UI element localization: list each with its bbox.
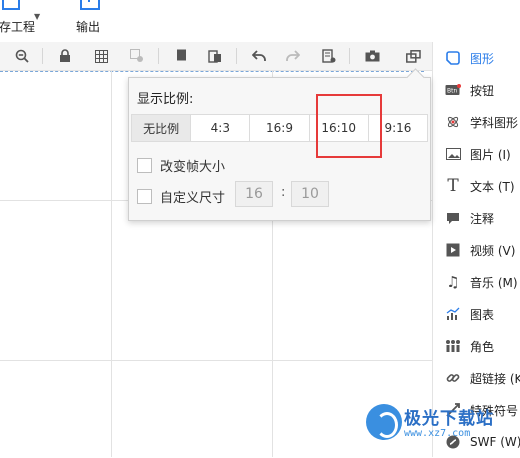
export-icon	[80, 0, 100, 10]
panel-item-label: 图表	[470, 307, 495, 322]
aspect-ratio-icon[interactable]	[403, 46, 423, 66]
custom-height-input[interactable]: 10	[291, 181, 329, 207]
custom-size-option[interactable]: 自定义尺寸	[137, 187, 225, 206]
panel-item-label: 角色	[470, 339, 495, 354]
svg-text:Btn: Btn	[447, 88, 457, 95]
save-project-button[interactable]: 存工程	[0, 0, 40, 42]
panel-item-comment[interactable]: 注释	[433, 202, 520, 234]
change-frame-size-label: 改变帧大小	[160, 160, 226, 175]
save-dropdown-icon[interactable]: ▼	[34, 12, 40, 21]
site-watermark: 极光下载站 www.xz7.com	[362, 400, 520, 457]
panel-item-label: 注释	[470, 211, 495, 226]
video-icon	[445, 242, 461, 258]
text-icon: T	[447, 176, 459, 196]
panel-item-label: 音乐 (M)	[470, 275, 518, 290]
grid-line	[111, 71, 112, 457]
export-button[interactable]: 输出	[68, 0, 108, 42]
canvas-toolbar	[0, 42, 432, 71]
change-frame-size-option[interactable]: 改变帧大小	[137, 156, 225, 175]
grid-line	[0, 360, 432, 361]
watermark-url: www.xz7.com	[404, 428, 471, 439]
ratio-option-4-3[interactable]: 4:3	[191, 115, 251, 141]
popup-title: 显示比例:	[137, 92, 194, 107]
panel-item-label: 图片 (I)	[470, 147, 511, 162]
highlight-annotation-box	[316, 94, 382, 158]
panel-item-image[interactable]: 图片 (I)	[433, 138, 520, 170]
canvas-frame-border	[0, 71, 424, 72]
panel-item-label: 按钮	[470, 83, 495, 98]
panel-item-chart[interactable]: 图表	[433, 298, 520, 330]
panel-item-text[interactable]: T 文本 (T)	[433, 170, 520, 202]
camera-icon[interactable]	[362, 46, 382, 66]
lock-icon[interactable]	[55, 46, 75, 66]
grid-icon[interactable]	[91, 46, 111, 66]
toolbar-divider	[42, 48, 43, 64]
character-icon	[445, 338, 461, 354]
panel-item-label: 图形	[470, 51, 495, 66]
ratio-option-none[interactable]: 无比例	[132, 115, 192, 141]
custom-size-checkbox[interactable]	[137, 189, 152, 204]
save-project-label: 存工程	[0, 20, 35, 34]
page-settings-icon[interactable]	[319, 46, 339, 66]
toolbar-divider	[349, 48, 350, 64]
panel-item-video[interactable]: 视频 (V)	[433, 234, 520, 266]
panel-item-label: 超链接 (K	[470, 371, 520, 386]
panel-item-label: 视频 (V)	[470, 243, 516, 258]
watermark-title: 极光下载站	[404, 409, 494, 429]
panel-item-label: 学科图形	[470, 115, 519, 130]
insert-panel: 图形 Btn 按钮 学科图形 图片 (I) T 文本 (T) 注释 视频 (V)…	[432, 42, 520, 457]
redo-icon[interactable]	[283, 46, 303, 66]
ratio-options: 无比例 4:3 16:9 16:10 9:16	[131, 114, 428, 142]
export-label: 输出	[75, 20, 100, 34]
comment-icon	[445, 210, 461, 226]
toolbar-divider	[236, 48, 237, 64]
settings-grid-icon[interactable]	[127, 46, 147, 66]
link-icon	[445, 370, 461, 386]
watermark-logo-icon	[366, 404, 402, 440]
custom-size-label: 自定义尺寸	[160, 191, 226, 206]
chart-icon	[445, 306, 461, 322]
science-shape-icon	[445, 114, 461, 130]
change-frame-size-checkbox[interactable]	[137, 158, 152, 173]
music-icon: ♫	[446, 273, 460, 291]
shape-icon	[445, 50, 461, 66]
copy-icon[interactable]	[171, 46, 191, 66]
panel-item-science-shape[interactable]: 学科图形	[433, 106, 520, 138]
top-ribbon: 存工程 ▼ 输出	[0, 0, 520, 43]
custom-width-input[interactable]: 16	[235, 181, 273, 207]
panel-item-character[interactable]: 角色	[433, 330, 520, 362]
display-ratio-popup: 显示比例: 无比例 4:3 16:9 16:10 9:16 改变帧大小 自定义尺…	[128, 77, 431, 221]
panel-item-shape[interactable]: 图形	[433, 42, 520, 74]
toolbar-divider	[158, 48, 159, 64]
undo-icon[interactable]	[249, 46, 269, 66]
panel-item-button[interactable]: Btn 按钮	[433, 74, 520, 106]
ratio-option-16-9[interactable]: 16:9	[250, 115, 310, 141]
image-icon	[445, 146, 461, 162]
panel-item-music[interactable]: ♫ 音乐 (M)	[433, 266, 520, 298]
panel-item-link[interactable]: 超链接 (K	[433, 362, 520, 394]
save-icon	[2, 0, 20, 10]
zoom-out-icon[interactable]	[12, 46, 32, 66]
size-separator: :	[281, 185, 286, 200]
button-icon: Btn	[445, 82, 461, 98]
panel-item-label: 文本 (T)	[470, 179, 515, 194]
paste-icon[interactable]	[205, 46, 225, 66]
